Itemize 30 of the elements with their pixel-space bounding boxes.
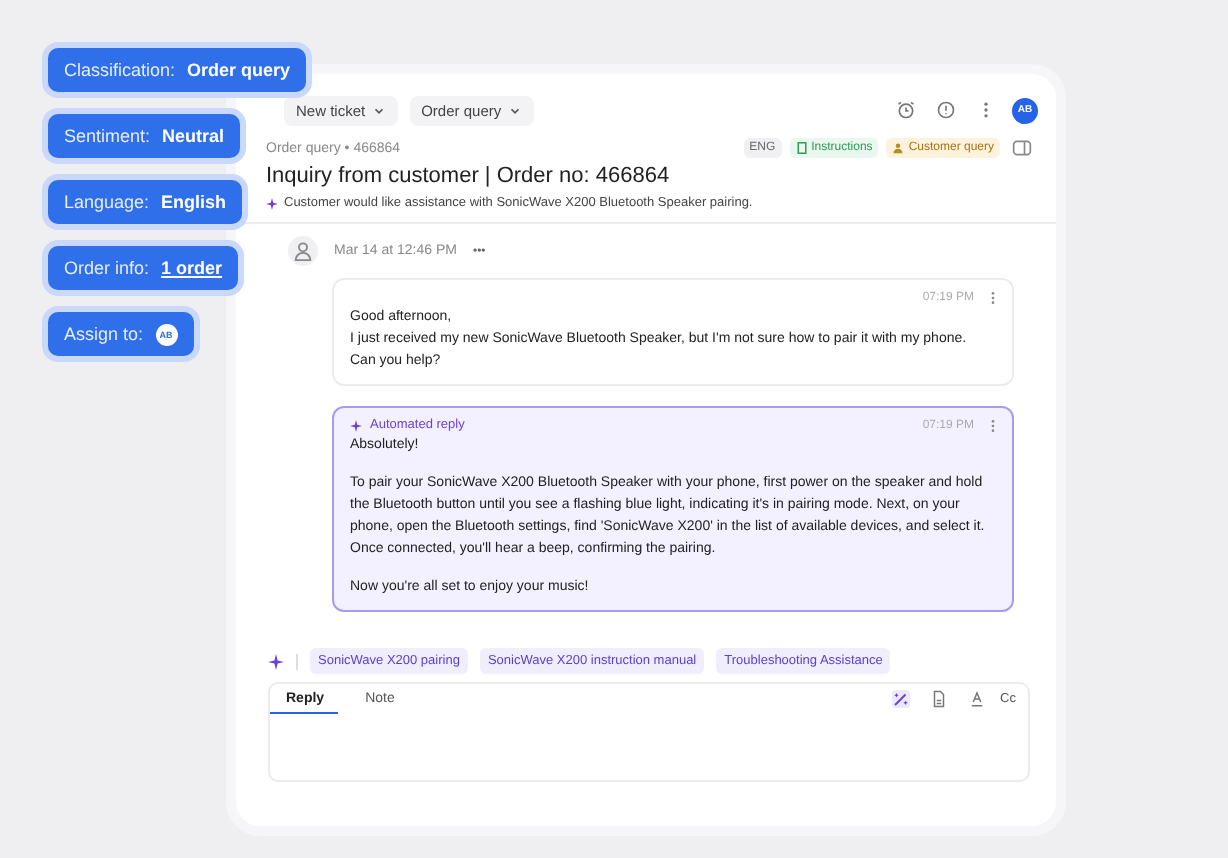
caret-icon: [371, 103, 386, 117]
order-link[interactable]: 1 order: [161, 258, 223, 278]
document-icon[interactable]: [930, 690, 949, 708]
info-icon[interactable]: [936, 100, 956, 120]
ai-tag-chip[interactable]: Classification: Order query: [48, 48, 307, 92]
more-icon[interactable]: [990, 417, 996, 433]
caret-icon: [507, 103, 522, 117]
sparkle-icon[interactable]: [268, 653, 284, 669]
tag-label: Assign to:: [64, 324, 144, 344]
alarm-clock-icon[interactable]: [896, 100, 916, 120]
person-icon: [892, 142, 905, 154]
document-icon: [795, 142, 808, 154]
tag-value: Neutral: [162, 126, 225, 146]
text-color-icon[interactable]: [968, 690, 987, 708]
ticket-title: Inquiry from customer | Order no: 466864: [266, 164, 672, 188]
tag-label: Language:: [64, 192, 150, 212]
tag-value: English: [161, 192, 227, 212]
panel-icon[interactable]: [1012, 138, 1032, 158]
tag-label: Order info:: [64, 258, 150, 278]
sparkle-icon: [350, 419, 362, 431]
ai-tag-chip[interactable]: Sentiment: Neutral: [48, 114, 241, 158]
ai-tag-chip[interactable]: Language: English: [48, 180, 243, 224]
tag-label: Classification:: [64, 60, 176, 80]
tag-value: Order query: [187, 60, 291, 80]
ai-tag-chip[interactable]: Order info: 1 order: [48, 246, 239, 290]
person-avatar: [288, 236, 318, 266]
tag-label: Sentiment:: [64, 126, 151, 146]
magic-wand-icon[interactable]: [892, 690, 911, 708]
more-icon[interactable]: [990, 289, 996, 305]
sparkle-icon: [266, 197, 278, 209]
